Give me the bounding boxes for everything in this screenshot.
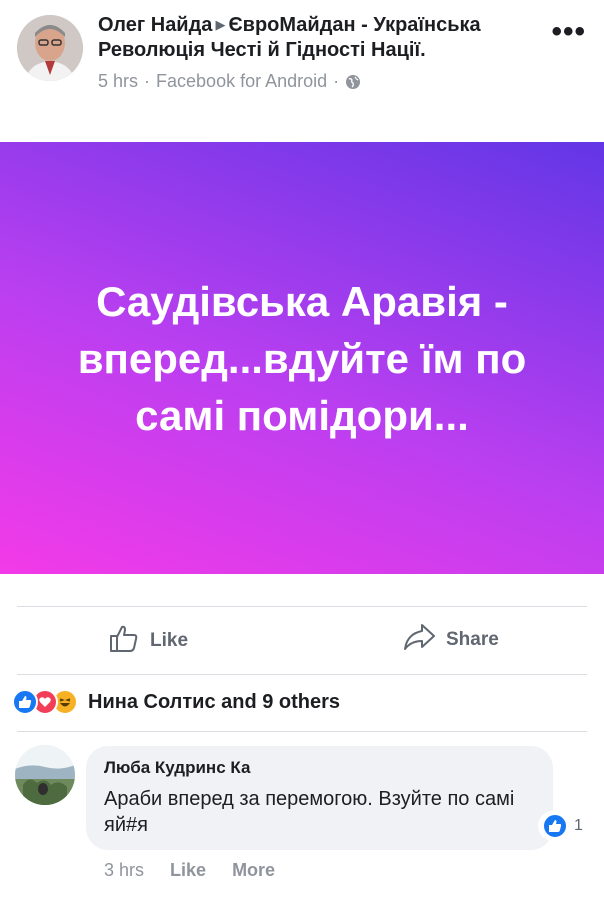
divider: [17, 606, 587, 607]
like-button[interactable]: Like: [108, 622, 188, 660]
comment-like-button[interactable]: Like: [170, 860, 206, 881]
author-name[interactable]: Олег Найда: [98, 14, 212, 36]
comment-reaction-count[interactable]: 1: [538, 811, 587, 841]
comment-text: Араби вперед за перемогою. Взуйте по сам…: [104, 788, 515, 836]
comment-time: 3 hrs: [104, 860, 145, 880]
post-header-text: Олег Найда ▶ ЄвроМайдан - Українська Револ…: [98, 12, 548, 92]
reactions-summary-text: Нина Солтис and 9 others: [88, 690, 341, 713]
reactions-summary[interactable]: Нина Солтис and 9 others: [12, 686, 340, 718]
comment-reaction-number: 1: [574, 817, 583, 834]
arrow-right-icon: ▶: [215, 17, 226, 32]
divider: [17, 731, 587, 732]
comment-author[interactable]: Люба Кудринс Ка: [104, 758, 535, 778]
comment-bubble: Люба Кудринс Ка Араби вперед за перемого…: [86, 746, 553, 850]
post-meta: 5 hrs · Facebook for Android ·: [98, 71, 548, 92]
banner-text: Саудівська Аравія - вперед...вдуйте їм п…: [77, 277, 527, 439]
share-button[interactable]: Share: [402, 622, 499, 658]
post-header: Олег Найда ▶ ЄвроМайдан - Українська Револ…: [0, 0, 604, 138]
post-title: Олег Найда ▶ ЄвроМайдан - Українська Револ…: [98, 12, 548, 63]
like-reaction-icon: [12, 689, 38, 715]
like-reaction-icon: [542, 813, 568, 839]
comment-more-button[interactable]: More: [232, 860, 275, 881]
share-arrow-icon: [402, 622, 436, 658]
post-source: Facebook for Android: [156, 71, 328, 91]
author-avatar[interactable]: [17, 15, 83, 81]
globe-icon: [345, 74, 361, 90]
post-actions: Like Share: [0, 608, 604, 674]
share-label: Share: [446, 629, 499, 650]
commenter-avatar[interactable]: [15, 745, 75, 805]
comment-meta: 3 hrs Like More: [104, 860, 275, 881]
like-label: Like: [150, 630, 189, 651]
more-options-icon[interactable]: •••: [551, 17, 586, 47]
post-time[interactable]: 5 hrs: [98, 71, 138, 92]
meta-separator: ·: [144, 71, 151, 91]
divider: [17, 674, 587, 675]
meta-separator: ·: [333, 71, 340, 91]
thumbs-up-icon: [108, 622, 140, 660]
post-banner: Саудівська Аравія - вперед...вдуйте їм п…: [0, 142, 604, 574]
